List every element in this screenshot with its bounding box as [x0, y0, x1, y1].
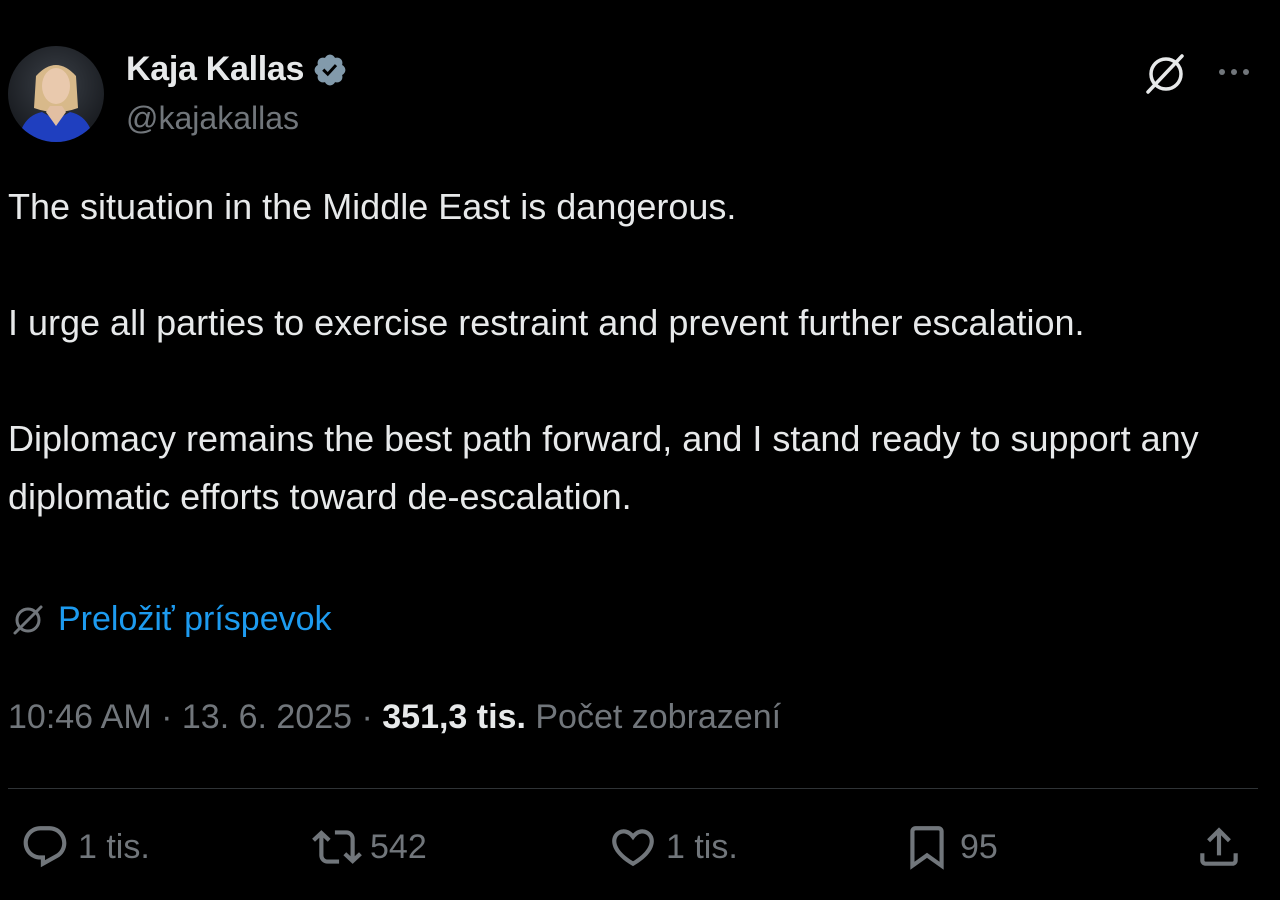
more-dots-icon — [1219, 69, 1249, 75]
avatar[interactable] — [8, 46, 104, 142]
views-label: Počet zobrazení — [535, 698, 782, 736]
divider — [8, 788, 1258, 789]
like-button[interactable]: 1 tis. — [608, 822, 738, 872]
share-button[interactable] — [1194, 822, 1244, 872]
reply-count: 1 tis. — [78, 827, 150, 866]
translate-post-label[interactable]: Preložiť príspevok — [58, 600, 332, 639]
views-count: 351,3 tis. — [382, 698, 526, 736]
like-count: 1 tis. — [666, 827, 738, 866]
bookmark-icon — [910, 826, 944, 870]
repost-icon — [312, 830, 362, 864]
heart-icon — [612, 829, 654, 867]
reply-icon — [23, 826, 67, 868]
bookmark-count: 95 — [960, 827, 998, 866]
meta-separator: · — [352, 698, 383, 736]
verified-badge-icon[interactable] — [312, 52, 348, 88]
tweet-text: The situation in the Middle East is dang… — [8, 178, 1258, 526]
tweet-paragraph: Diplomacy remains the best path forward,… — [8, 418, 1199, 517]
meta-separator: · — [151, 698, 182, 736]
grok-button[interactable] — [1142, 50, 1190, 98]
tweet-meta: 10:46 AM · 13. 6. 2025 · 351,3 tis. Poče… — [8, 698, 781, 737]
more-options-button[interactable] — [1212, 52, 1256, 92]
author-handle[interactable]: @kajakallas — [126, 100, 299, 137]
translate-icon — [13, 605, 43, 634]
tweet-paragraph: The situation in the Middle East is dang… — [8, 186, 737, 227]
translate-post-link[interactable]: Preložiť príspevok — [10, 600, 332, 639]
avatar-image — [18, 65, 94, 142]
tweet-date[interactable]: 13. 6. 2025 — [182, 698, 352, 736]
reply-button[interactable]: 1 tis. — [20, 822, 150, 872]
tweet-time[interactable]: 10:46 AM — [8, 698, 152, 736]
share-icon — [1200, 827, 1238, 866]
author-display-name[interactable]: Kaja Kallas — [126, 50, 304, 89]
grok-icon — [1146, 54, 1184, 94]
bookmark-button[interactable]: 95 — [902, 822, 998, 872]
repost-count: 542 — [370, 827, 427, 866]
tweet-paragraph: I urge all parties to exercise restraint… — [8, 302, 1085, 343]
repost-button[interactable]: 542 — [312, 822, 427, 872]
